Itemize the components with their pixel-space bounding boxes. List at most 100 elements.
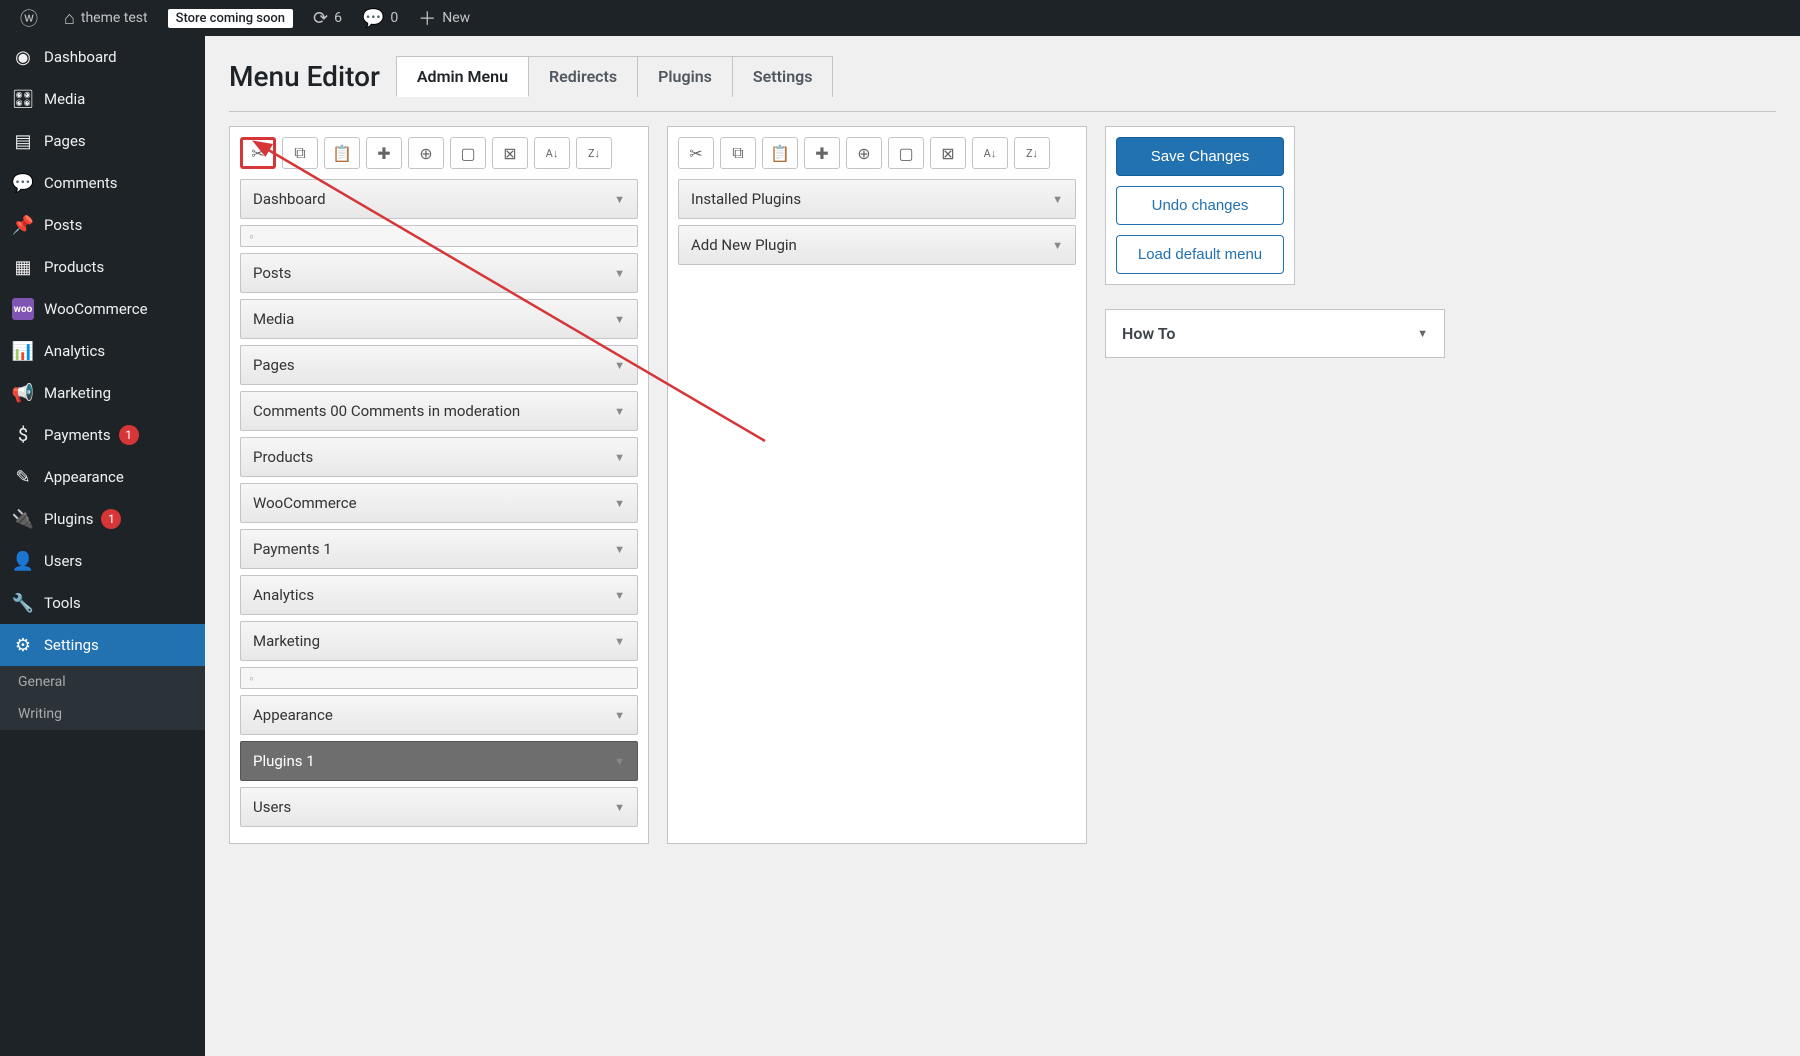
copy-button[interactable]: ⧉: [282, 137, 318, 169]
store-status[interactable]: Store coming soon: [158, 0, 303, 36]
menu-item-label: Appearance: [253, 706, 333, 724]
cut-button[interactable]: ✂: [240, 137, 276, 169]
sidebar-item-comments[interactable]: 💬Comments: [0, 162, 205, 204]
menu-item-appearance[interactable]: Appearance ▼: [240, 695, 638, 735]
menu-item-media[interactable]: Media▼: [240, 299, 638, 339]
menu-item-add[interactable]: Add New Plugin▼: [678, 225, 1076, 265]
tab-redirects[interactable]: Redirects: [528, 56, 638, 97]
posts-icon: 📌: [12, 214, 34, 236]
sidebar-label: Products: [44, 258, 104, 276]
comments-link[interactable]: 💬0: [352, 0, 408, 36]
wordpress-icon: ⓦ: [20, 5, 38, 31]
sort-za-icon: Z↓: [588, 147, 600, 160]
undo-button[interactable]: Undo changes: [1116, 186, 1284, 225]
new-link[interactable]: ＋New: [408, 0, 480, 36]
sidebar-label: Posts: [44, 216, 82, 234]
copy-icon: ⧉: [732, 143, 743, 163]
copy-button[interactable]: ⧉: [720, 137, 756, 169]
chevron-down-icon: ▼: [614, 543, 625, 556]
menu-item-label: Users: [253, 798, 291, 816]
new-button[interactable]: ✚: [804, 137, 840, 169]
hide-button[interactable]: ⊠: [930, 137, 966, 169]
sidebar-item-woocommerce[interactable]: woo WooCommerce: [0, 288, 205, 330]
menu-panel-right: ✂ ⧉ 📋 ✚⊕▢⊠A↓Z↓ Installed Plugins▼ Add New Pl…: [667, 126, 1087, 844]
menu-item-payments[interactable]: Payments 1▼: [240, 529, 638, 569]
sidebar-label: Tools: [44, 594, 81, 612]
paste-icon: 📋: [332, 144, 352, 163]
copy-icon: ⧉: [294, 143, 305, 163]
menu-item-label: Marketing: [253, 632, 320, 650]
sidebar-item-posts[interactable]: 📌 Posts: [0, 204, 205, 246]
sidebar-item-appearance[interactable]: ✎ Appearance: [0, 456, 205, 498]
menu-item-posts[interactable]: Posts▼: [240, 253, 638, 293]
sidebar-label: Marketing: [44, 384, 111, 402]
media-icon: 🎛: [12, 88, 34, 110]
menu-item-marketing[interactable]: Marketing▼: [240, 621, 638, 661]
paste-button[interactable]: 📋: [762, 137, 798, 169]
sidebar-item-pages[interactable]: ▤ Pages: [0, 120, 205, 162]
menu-item-dashboard[interactable]: Dashboard▼: [240, 179, 638, 219]
count-badge: 1: [119, 425, 139, 445]
show-button[interactable]: ▢: [888, 137, 924, 169]
sidebar-item-dashboard[interactable]: ◉Dashboard: [0, 36, 205, 78]
home-icon: ⌂: [64, 8, 75, 29]
sort-az-button[interactable]: A↓: [534, 137, 570, 169]
sort-az-button[interactable]: A↓: [972, 137, 1008, 169]
sidebar-label: Appearance: [44, 468, 124, 486]
comments-count: 0: [390, 10, 398, 26]
menu-item-users[interactable]: Users▼: [240, 787, 638, 827]
menu-item-installed[interactable]: Installed Plugins▼: [678, 179, 1076, 219]
admin-bar: ⓦ ⌂theme test Store coming soon ⟳6 💬0 ＋N…: [0, 0, 1800, 36]
pages-icon: ▤: [12, 130, 34, 152]
menu-separator[interactable]: [240, 667, 638, 689]
cut-button[interactable]: ✂: [678, 137, 714, 169]
menu-item-woocommerce[interactable]: WooCommerce▼: [240, 483, 638, 523]
marketing-icon: 📢: [12, 382, 34, 404]
howto-box[interactable]: How To ▼: [1105, 309, 1445, 358]
woo-icon: woo: [12, 298, 34, 320]
menu-item-comments[interactable]: Comments 00 Comments in moderation▼: [240, 391, 638, 431]
new-label: New: [442, 10, 470, 26]
menu-separator[interactable]: [240, 225, 638, 247]
sidebar-sub-general[interactable]: General: [0, 666, 205, 698]
tab-admin-menu[interactable]: Admin Menu: [396, 56, 529, 97]
wp-logo[interactable]: ⓦ: [10, 0, 54, 36]
menu-item-label: Analytics: [253, 586, 314, 604]
paste-button[interactable]: 📋: [324, 137, 360, 169]
sidebar-item-settings[interactable]: ⚙Settings: [0, 624, 205, 666]
new-sep-button[interactable]: ⊕: [846, 137, 882, 169]
save-button[interactable]: Save Changes: [1116, 137, 1284, 176]
menu-item-pages[interactable]: Pages▼: [240, 345, 638, 385]
chevron-down-icon: ▼: [614, 709, 625, 722]
site-link[interactable]: ⌂theme test: [54, 0, 158, 36]
sidebar-label: WooCommerce: [44, 300, 148, 318]
sidebar-item-payments[interactable]: $Payments1: [0, 414, 205, 456]
sort-za-button[interactable]: Z↓: [576, 137, 612, 169]
tab-settings[interactable]: Settings: [732, 56, 834, 97]
sidebar-item-analytics[interactable]: 📊Analytics: [0, 330, 205, 372]
sidebar-item-users[interactable]: 👤Users: [0, 540, 205, 582]
toolbar-right: ✂ ⧉ 📋 ✚⊕▢⊠A↓Z↓: [678, 137, 1076, 169]
tab-plugins[interactable]: Plugins: [637, 56, 733, 97]
new-button[interactable]: ✚: [366, 137, 402, 169]
new-sep-button[interactable]: ⊕: [408, 137, 444, 169]
sidebar-item-tools[interactable]: 🔧Tools: [0, 582, 205, 624]
sidebar-label: Pages: [44, 132, 86, 150]
paste-icon: 📋: [770, 144, 790, 163]
store-badge: Store coming soon: [168, 9, 293, 28]
hide-button[interactable]: ⊠: [492, 137, 528, 169]
sidebar-sub-writing[interactable]: Writing: [0, 698, 205, 730]
load-default-button[interactable]: Load default menu: [1116, 235, 1284, 274]
menu-item-plugins[interactable]: Plugins 1▼: [240, 741, 638, 781]
sidebar-item-media[interactable]: 🎛Media: [0, 78, 205, 120]
appearance-icon: ✎: [12, 466, 34, 488]
sort-za-button[interactable]: Z↓: [1014, 137, 1050, 169]
main-content: Menu Editor Admin MenuRedirectsPluginsSe…: [205, 36, 1800, 1056]
menu-item-analytics[interactable]: Analytics▼: [240, 575, 638, 615]
sidebar-item-plugins[interactable]: 🔌Plugins1: [0, 498, 205, 540]
updates-link[interactable]: ⟳6: [303, 0, 352, 36]
sidebar-item-marketing[interactable]: 📢 Marketing: [0, 372, 205, 414]
menu-item-products[interactable]: Products▼: [240, 437, 638, 477]
show-button[interactable]: ▢: [450, 137, 486, 169]
sidebar-item-products[interactable]: ▦Products: [0, 246, 205, 288]
